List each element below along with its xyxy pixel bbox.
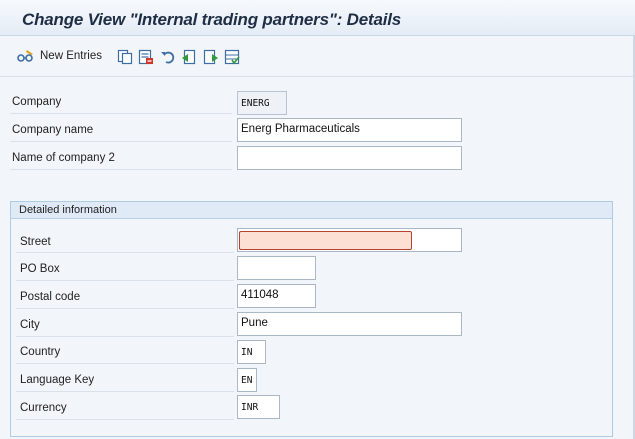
title-bar: Change View "Internal trading partners":…: [0, 0, 635, 36]
row-divider: [16, 280, 234, 281]
select-all-icon[interactable]: [224, 49, 240, 65]
page-title: Change View "Internal trading partners":…: [22, 10, 402, 29]
currency-label: Currency: [20, 402, 67, 414]
row-divider: [10, 141, 232, 142]
company-name2-label: Name of company 2: [12, 152, 115, 164]
undo-icon[interactable]: [160, 49, 176, 65]
previous-entry-icon[interactable]: [181, 49, 197, 65]
currency-field[interactable]: INR: [237, 395, 280, 419]
company-name-label: Company name: [12, 124, 94, 136]
new-entries-button[interactable]: New Entries: [17, 49, 102, 63]
new-entries-label: New Entries: [40, 50, 102, 62]
company-name2-field[interactable]: [237, 146, 462, 170]
next-entry-icon[interactable]: [203, 49, 219, 65]
application-toolbar: New Entries: [0, 37, 635, 77]
po-box-label: PO Box: [20, 263, 60, 275]
company-name-field[interactable]: Energ Pharmaceuticals: [237, 118, 462, 142]
language-key-field[interactable]: EN: [237, 368, 257, 392]
row-divider: [10, 113, 232, 114]
language-key-label: Language Key: [20, 374, 95, 386]
delete-icon[interactable]: [138, 49, 154, 65]
row-divider: [16, 419, 234, 420]
row-divider: [16, 363, 234, 364]
po-box-field[interactable]: [237, 256, 316, 280]
street-label: Street: [20, 236, 51, 248]
row-divider: [16, 391, 234, 392]
city-label: City: [20, 319, 40, 331]
row-divider: [10, 169, 232, 170]
edit-glasses-icon: [17, 50, 33, 62]
company-label: Company: [12, 96, 62, 108]
row-divider: [16, 336, 234, 337]
street-field[interactable]: [239, 231, 412, 250]
country-label: Country: [20, 346, 61, 358]
company-field[interactable]: ENERG: [237, 91, 287, 115]
country-field[interactable]: IN: [237, 340, 266, 364]
group-title: Detailed information: [19, 204, 117, 216]
row-divider: [16, 252, 234, 253]
copy-icon[interactable]: [117, 49, 133, 65]
group-header: Detailed information: [11, 202, 612, 219]
city-field[interactable]: Pune: [237, 312, 462, 336]
row-divider: [16, 308, 234, 309]
postal-code-field[interactable]: 411048: [237, 284, 316, 308]
postal-code-label: Postal code: [20, 291, 81, 303]
